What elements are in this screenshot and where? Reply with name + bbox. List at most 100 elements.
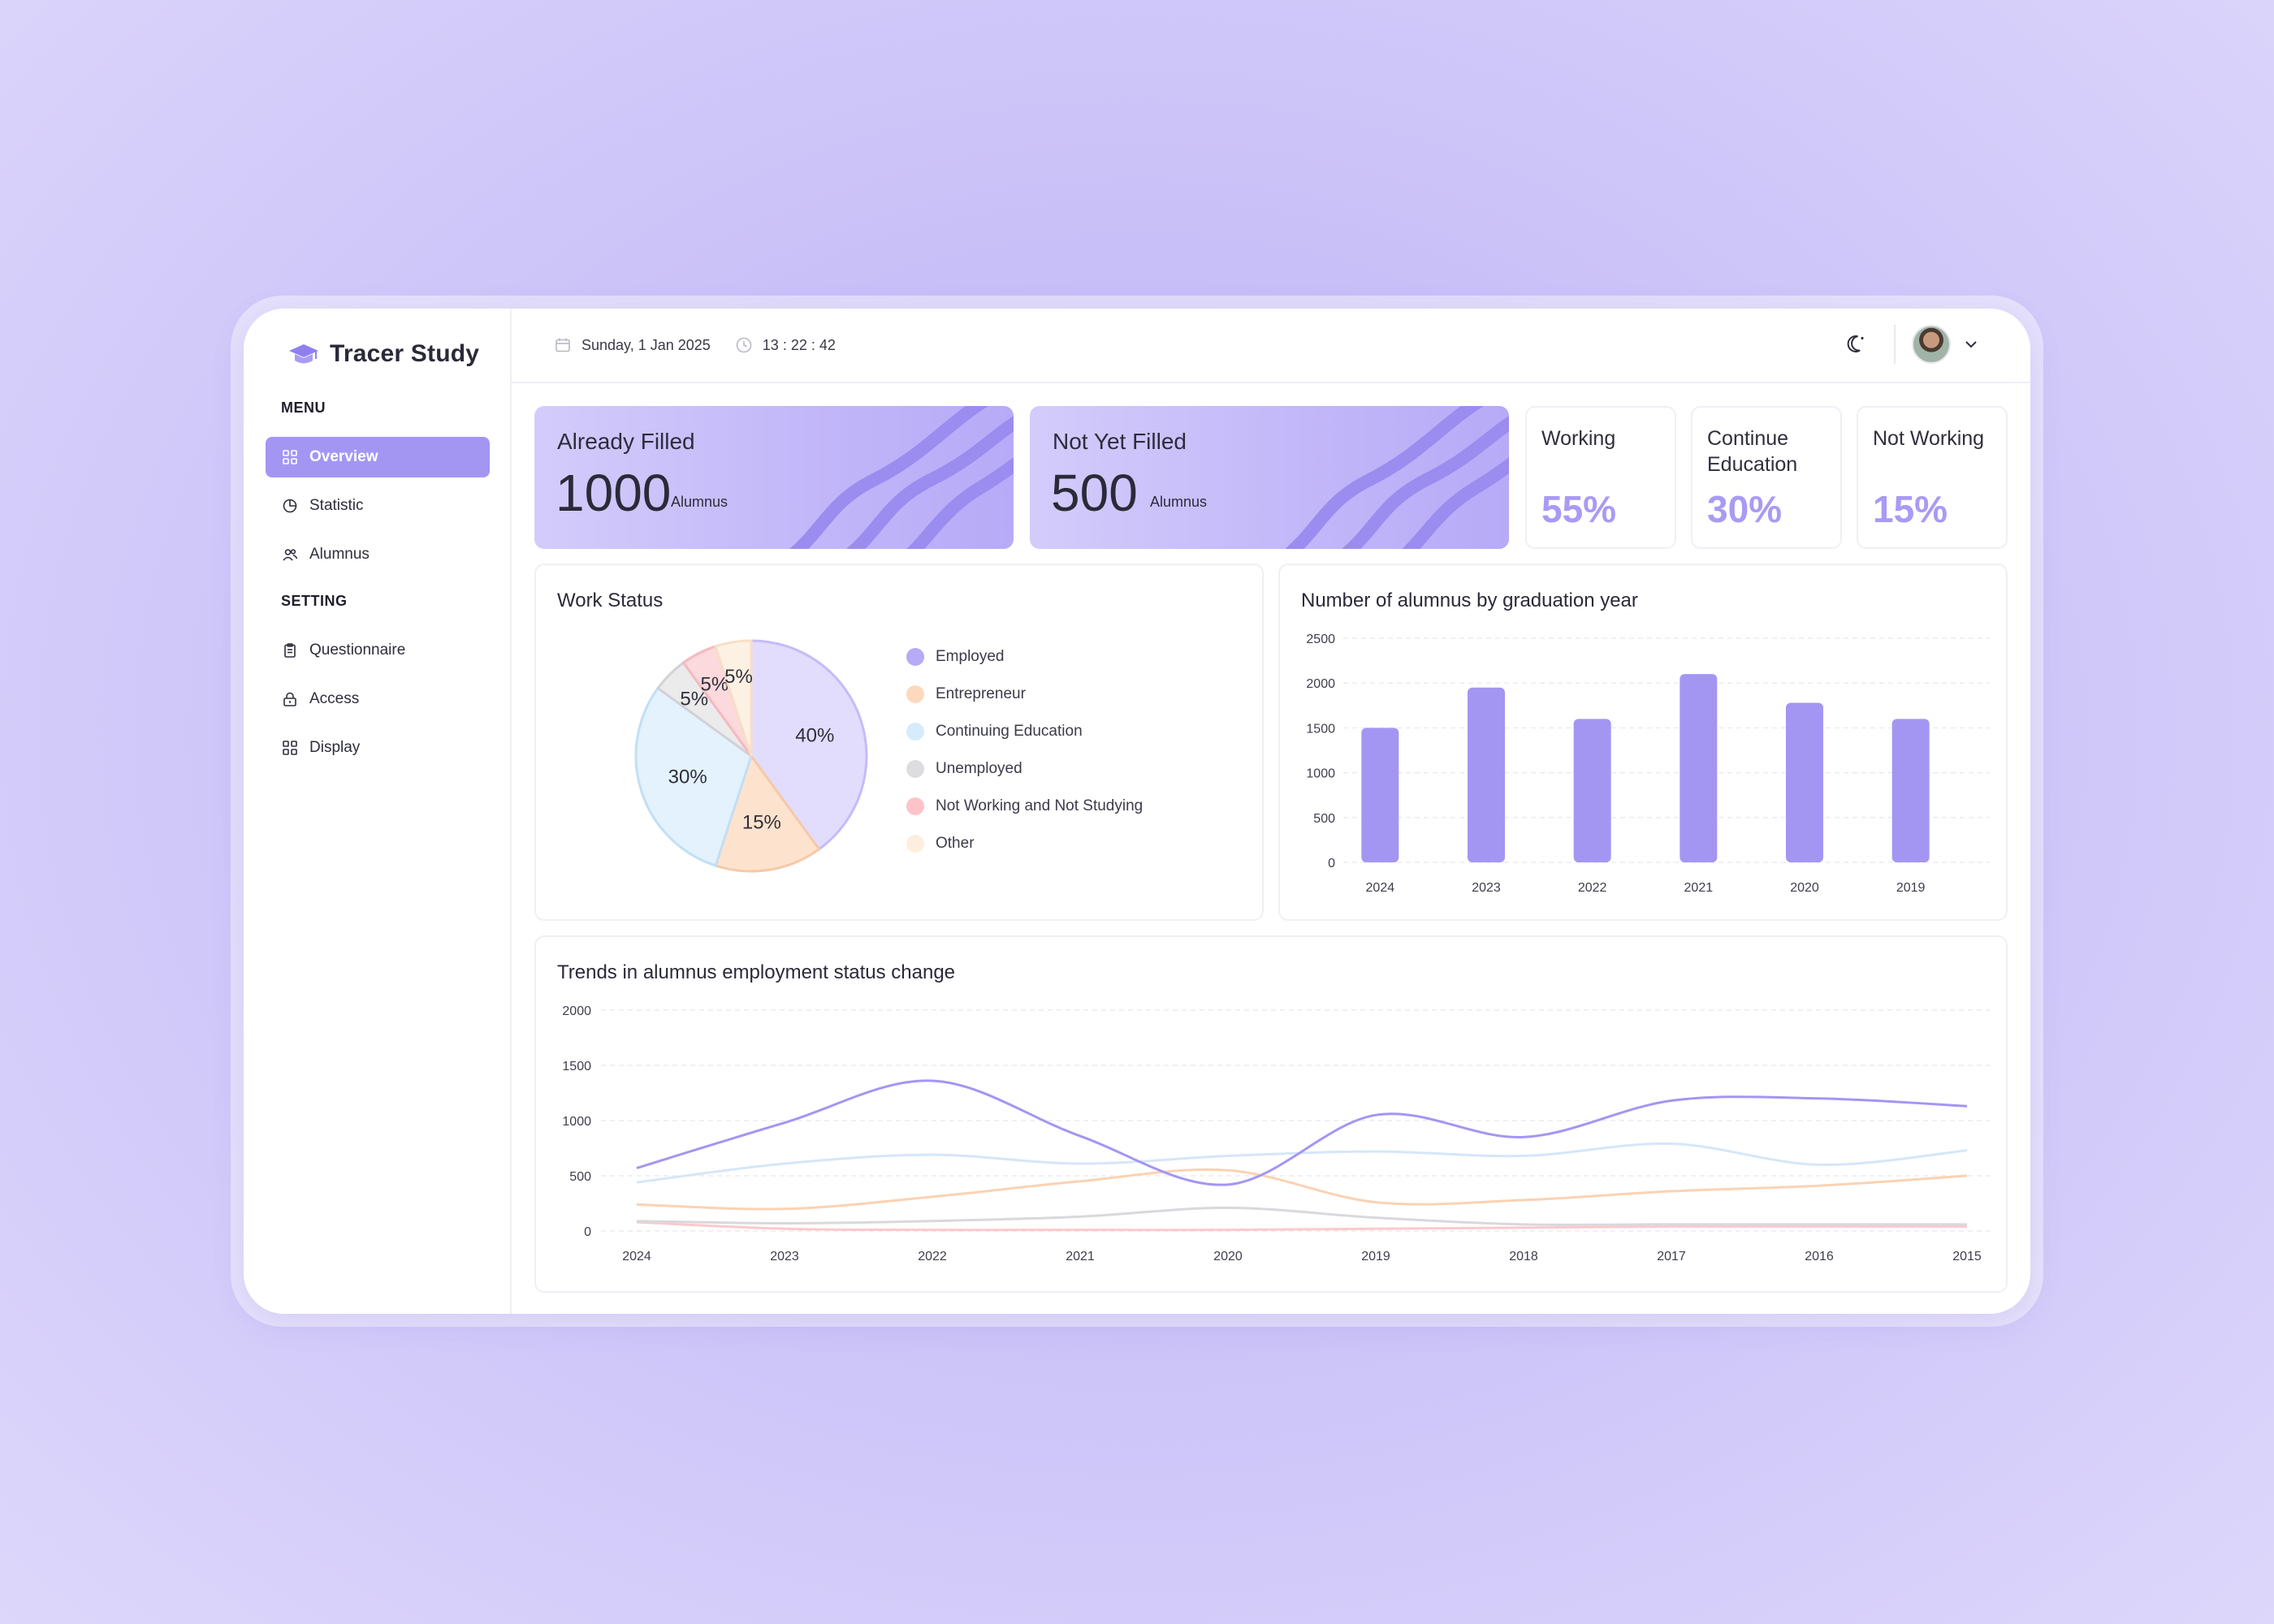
y-tick-label: 2000 bbox=[1306, 677, 1335, 691]
y-tick-label: 1000 bbox=[1306, 767, 1335, 781]
sidebar-item-label: Display bbox=[309, 739, 361, 756]
card-title: Continue Education bbox=[1707, 427, 1798, 476]
sidebar-item-questionnaire[interactable]: Questionnaire bbox=[266, 630, 490, 671]
bar[interactable] bbox=[1361, 728, 1399, 862]
card-value: 30% bbox=[1707, 488, 1783, 530]
sidebar-item-access[interactable]: Access bbox=[266, 679, 490, 719]
sidebar-item-overview[interactable]: Overview bbox=[266, 437, 490, 477]
legend-swatch bbox=[906, 648, 924, 666]
legend-item: Employed bbox=[906, 648, 1005, 666]
date-text: Sunday, 1 Jan 2025 bbox=[581, 336, 711, 353]
continue-education-card: Continue Education 30% bbox=[1691, 406, 1842, 549]
series-line[interactable] bbox=[636, 1142, 1968, 1184]
panel-title: Trends in alumnus employment status chan… bbox=[557, 961, 956, 983]
legend-swatch bbox=[906, 760, 924, 778]
y-tick-label: 500 bbox=[569, 1170, 591, 1184]
bar[interactable] bbox=[1573, 719, 1611, 862]
employment-trends-line-chart: 2000 1500 1000 500 0 2024 2023 2022 2021 2020 2019… bbox=[562, 1004, 1990, 1263]
x-tick-label: 2023 bbox=[770, 1250, 799, 1263]
moon-icon[interactable] bbox=[1845, 332, 1870, 356]
graduation-year-bar-chart: 2500 2000 1500 1000 500 0 2024 2023 2022 2021 2020… bbox=[1306, 633, 1990, 895]
x-tick-label: 2016 bbox=[1805, 1250, 1834, 1263]
card-value: 15% bbox=[1873, 488, 1948, 530]
card-unit: Alumnus bbox=[671, 494, 728, 510]
topbar: Sunday, 1 Jan 2025 13 : 22 : 42 bbox=[512, 309, 2030, 383]
sidebar-item-statistic[interactable]: Statistic bbox=[266, 486, 490, 526]
pie-value-label: 15% bbox=[742, 811, 781, 833]
legend-swatch bbox=[906, 835, 924, 853]
sidebar-item-label: Questionnaire bbox=[309, 641, 406, 659]
graduation-year-panel: Number of alumnus by graduation year 250… bbox=[1278, 564, 2008, 921]
clipboard-icon bbox=[284, 643, 296, 658]
app-logo[interactable]: Tracer Study bbox=[287, 330, 479, 378]
wave-decoration bbox=[1285, 406, 1509, 549]
x-tick-label: 2023 bbox=[1472, 881, 1501, 895]
work-status-pie-chart: 40%15%30%5%5%5% bbox=[634, 639, 868, 873]
legend-swatch bbox=[906, 797, 924, 815]
x-tick-label: 2015 bbox=[1952, 1250, 1982, 1263]
pie-value-label: 5% bbox=[724, 666, 753, 688]
y-tick-label: 1500 bbox=[562, 1060, 591, 1073]
card-value: 1000 bbox=[556, 464, 672, 522]
dashboard-window: Tracer Study MENU Overview Statistic Alu… bbox=[244, 309, 2030, 1314]
card-value: 500 bbox=[1051, 464, 1138, 522]
card-title: Not Yet Filled bbox=[1053, 429, 1187, 454]
legend-label: Entrepreneur bbox=[936, 685, 1026, 702]
y-tick-label: 1500 bbox=[1306, 722, 1335, 736]
legend-label: Not Working and Not Studying bbox=[936, 797, 1143, 814]
employment-trends-panel: Trends in alumnus employment status chan… bbox=[534, 935, 2008, 1293]
calendar-icon bbox=[556, 338, 570, 352]
x-tick-label: 2022 bbox=[1578, 881, 1607, 895]
y-tick-label: 0 bbox=[1328, 857, 1335, 870]
date-display: Sunday, 1 Jan 2025 bbox=[554, 336, 711, 354]
bar[interactable] bbox=[1891, 719, 1930, 862]
sidebar-item-display[interactable]: Display bbox=[266, 728, 490, 768]
x-tick-label: 2018 bbox=[1509, 1250, 1538, 1263]
x-tick-label: 2024 bbox=[1366, 881, 1395, 895]
x-tick-label: 2024 bbox=[622, 1250, 651, 1263]
avatar[interactable] bbox=[1912, 325, 1951, 364]
chevron-down-icon[interactable] bbox=[1962, 335, 1980, 353]
card-value: 55% bbox=[1541, 488, 1617, 530]
pie-value-label: 30% bbox=[668, 766, 707, 788]
bar[interactable] bbox=[1468, 687, 1505, 862]
lock-icon bbox=[283, 692, 296, 706]
x-tick-label: 2019 bbox=[1896, 881, 1926, 895]
clock-icon bbox=[736, 337, 752, 353]
x-tick-label: 2020 bbox=[1790, 881, 1819, 895]
graduation-cap-icon bbox=[289, 344, 318, 364]
legend-label: Employed bbox=[936, 648, 1005, 665]
legend-label: Other bbox=[936, 835, 975, 852]
legend-label: Unemployed bbox=[936, 760, 1022, 777]
legend-label: Continuing Education bbox=[936, 723, 1083, 740]
x-tick-label: 2019 bbox=[1361, 1250, 1390, 1263]
legend-item: Other bbox=[906, 835, 975, 853]
bar[interactable] bbox=[1680, 674, 1718, 862]
time-display: 13 : 22 : 42 bbox=[735, 336, 836, 354]
card-title: Not Working bbox=[1873, 427, 1985, 450]
legend-item: Continuing Education bbox=[906, 723, 1083, 741]
not-yet-filled-card: Not Yet Filled 500 Alumnus bbox=[1030, 406, 1509, 549]
legend-item: Not Working and Not Studying bbox=[906, 797, 1143, 815]
working-card: Working 55% bbox=[1525, 406, 1676, 549]
topbar-divider bbox=[1894, 325, 1896, 364]
wave-decoration bbox=[789, 406, 1014, 549]
app-name: Tracer Study bbox=[330, 340, 480, 367]
series-line[interactable] bbox=[636, 1206, 1967, 1226]
sidebar-item-alumnus[interactable]: Alumnus bbox=[266, 534, 490, 575]
x-tick-label: 2017 bbox=[1657, 1250, 1686, 1263]
sidebar-item-label: Alumnus bbox=[309, 546, 370, 563]
time-text: 13 : 22 : 42 bbox=[762, 336, 836, 353]
x-tick-label: 2021 bbox=[1066, 1250, 1095, 1263]
card-title: Working bbox=[1541, 427, 1616, 450]
x-tick-label: 2022 bbox=[918, 1250, 947, 1263]
bar[interactable] bbox=[1786, 702, 1823, 862]
x-tick-label: 2020 bbox=[1213, 1250, 1243, 1263]
not-working-card: Not Working 15% bbox=[1857, 406, 2008, 549]
sidebar-item-label: Access bbox=[309, 690, 360, 707]
series-line[interactable] bbox=[636, 1079, 1968, 1186]
menu-section-label: MENU bbox=[281, 400, 326, 416]
y-tick-label: 1000 bbox=[562, 1115, 591, 1129]
sidebar: Tracer Study MENU Overview Statistic Alu… bbox=[244, 309, 512, 1314]
x-tick-label: 2021 bbox=[1684, 881, 1714, 895]
